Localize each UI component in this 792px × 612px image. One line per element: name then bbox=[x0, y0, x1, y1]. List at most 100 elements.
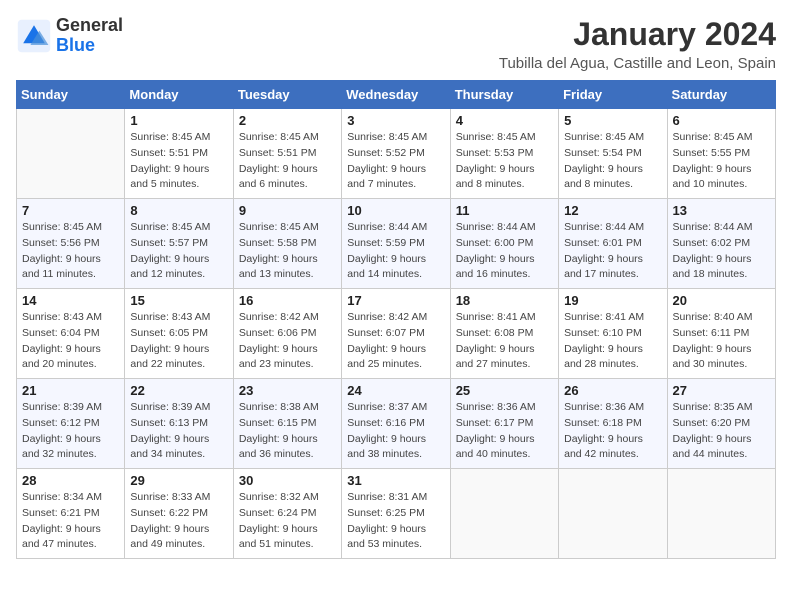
calendar-subtitle: Tubilla del Agua, Castille and Leon, Spa… bbox=[499, 55, 776, 72]
day-number: 28 bbox=[22, 473, 119, 488]
week-row-1: 7 Sunrise: 8:45 AM Sunset: 5:56 PM Daylig… bbox=[17, 199, 776, 289]
day-of-week-sunday: Sunday bbox=[17, 81, 125, 109]
day-number: 15 bbox=[130, 293, 227, 308]
day-number: 25 bbox=[456, 383, 553, 398]
calendar-cell: 28Sunrise: 8:34 AM Sunset: 6:21 PM Dayli… bbox=[17, 469, 125, 559]
calendar-cell: 27 Sunrise: 8:35 AM Sunset: 6:20 PM Dayli… bbox=[667, 379, 775, 469]
calendar-cell: 24 Sunrise: 8:37 AM Sunset: 6:16 PM Dayli… bbox=[342, 379, 450, 469]
day-number: 8 bbox=[130, 203, 227, 218]
calendar-cell: 10 Sunrise: 8:44 AM Sunset: 5:59 PM Dayli… bbox=[342, 199, 450, 289]
day-info: Sunrise: 8:36 AM Sunset: 6:18 PM Dayligh… bbox=[564, 400, 661, 463]
day-of-week-saturday: Saturday bbox=[667, 81, 775, 109]
day-info: Sunrise: 8:45 AM Sunset: 5:53 PM Dayligh… bbox=[456, 130, 553, 193]
calendar-cell: 6Sunrise: 8:45 AM Sunset: 5:55 PM Daylig… bbox=[667, 109, 775, 199]
day-number: 22 bbox=[130, 383, 227, 398]
calendar-cell: 23 Sunrise: 8:38 AM Sunset: 6:15 PM Dayli… bbox=[233, 379, 341, 469]
logo-blue: Blue bbox=[56, 35, 95, 55]
day-number: 24 bbox=[347, 383, 444, 398]
calendar-cell: 2 Sunrise: 8:45 AM Sunset: 5:51 PM Daylig… bbox=[233, 109, 341, 199]
calendar-header: SundayMondayTuesdayWednesdayThursdayFrid… bbox=[17, 81, 776, 109]
logo-general: General bbox=[56, 15, 123, 35]
title-section: January 2024 Tubilla del Agua, Castille … bbox=[499, 16, 776, 72]
day-number: 12 bbox=[564, 203, 661, 218]
calendar-cell: 13Sunrise: 8:44 AM Sunset: 6:02 PM Dayli… bbox=[667, 199, 775, 289]
day-number: 27 bbox=[673, 383, 770, 398]
day-info: Sunrise: 8:39 AM Sunset: 6:12 PM Dayligh… bbox=[22, 400, 119, 463]
calendar-cell: 9Sunrise: 8:45 AM Sunset: 5:58 PM Daylig… bbox=[233, 199, 341, 289]
day-info: Sunrise: 8:42 AM Sunset: 6:07 PM Dayligh… bbox=[347, 310, 444, 373]
calendar-cell: 22 Sunrise: 8:39 AM Sunset: 6:13 PM Dayli… bbox=[125, 379, 233, 469]
day-number: 11 bbox=[456, 203, 553, 218]
calendar-cell bbox=[667, 469, 775, 559]
calendar-cell: 8 Sunrise: 8:45 AM Sunset: 5:57 PM Daylig… bbox=[125, 199, 233, 289]
calendar-cell: 30Sunrise: 8:32 AM Sunset: 6:24 PM Dayli… bbox=[233, 469, 341, 559]
calendar-cell: 4Sunrise: 8:45 AM Sunset: 5:53 PM Daylig… bbox=[450, 109, 558, 199]
day-of-week-monday: Monday bbox=[125, 81, 233, 109]
calendar-cell: 26 Sunrise: 8:36 AM Sunset: 6:18 PM Dayli… bbox=[559, 379, 667, 469]
day-info: Sunrise: 8:45 AM Sunset: 5:57 PM Dayligh… bbox=[130, 220, 227, 283]
day-of-week-thursday: Thursday bbox=[450, 81, 558, 109]
day-info: Sunrise: 8:43 AM Sunset: 6:05 PM Dayligh… bbox=[130, 310, 227, 373]
day-info: Sunrise: 8:40 AM Sunset: 6:11 PM Dayligh… bbox=[673, 310, 770, 373]
day-info: Sunrise: 8:45 AM Sunset: 5:51 PM Dayligh… bbox=[239, 130, 336, 193]
week-row-2: 14Sunrise: 8:43 AM Sunset: 6:04 PM Dayli… bbox=[17, 289, 776, 379]
day-info: Sunrise: 8:45 AM Sunset: 5:56 PM Dayligh… bbox=[22, 220, 119, 283]
day-of-week-tuesday: Tuesday bbox=[233, 81, 341, 109]
day-number: 1 bbox=[130, 113, 227, 128]
calendar-cell: 12Sunrise: 8:44 AM Sunset: 6:01 PM Dayli… bbox=[559, 199, 667, 289]
page-container: General Blue January 2024 Tubilla del Ag… bbox=[16, 16, 776, 559]
day-of-week-wednesday: Wednesday bbox=[342, 81, 450, 109]
header: General Blue January 2024 Tubilla del Ag… bbox=[16, 16, 776, 72]
calendar-cell: 11 Sunrise: 8:44 AM Sunset: 6:00 PM Dayli… bbox=[450, 199, 558, 289]
day-number: 31 bbox=[347, 473, 444, 488]
week-row-0: 1 Sunrise: 8:45 AM Sunset: 5:51 PM Daylig… bbox=[17, 109, 776, 199]
calendar-cell: 16Sunrise: 8:42 AM Sunset: 6:06 PM Dayli… bbox=[233, 289, 341, 379]
day-number: 18 bbox=[456, 293, 553, 308]
calendar-cell: 5 Sunrise: 8:45 AM Sunset: 5:54 PM Daylig… bbox=[559, 109, 667, 199]
calendar-cell: 29Sunrise: 8:33 AM Sunset: 6:22 PM Dayli… bbox=[125, 469, 233, 559]
day-info: Sunrise: 8:35 AM Sunset: 6:20 PM Dayligh… bbox=[673, 400, 770, 463]
day-number: 7 bbox=[22, 203, 119, 218]
day-info: Sunrise: 8:45 AM Sunset: 5:51 PM Dayligh… bbox=[130, 130, 227, 193]
day-info: Sunrise: 8:44 AM Sunset: 6:00 PM Dayligh… bbox=[456, 220, 553, 283]
day-number: 17 bbox=[347, 293, 444, 308]
calendar-title: January 2024 bbox=[499, 16, 776, 53]
day-info: Sunrise: 8:39 AM Sunset: 6:13 PM Dayligh… bbox=[130, 400, 227, 463]
calendar-cell: 20 Sunrise: 8:40 AM Sunset: 6:11 PM Dayli… bbox=[667, 289, 775, 379]
day-info: Sunrise: 8:45 AM Sunset: 5:52 PM Dayligh… bbox=[347, 130, 444, 193]
days-of-week-row: SundayMondayTuesdayWednesdayThursdayFrid… bbox=[17, 81, 776, 109]
week-row-4: 28Sunrise: 8:34 AM Sunset: 6:21 PM Dayli… bbox=[17, 469, 776, 559]
logo-text: General Blue bbox=[56, 16, 123, 56]
day-info: Sunrise: 8:44 AM Sunset: 5:59 PM Dayligh… bbox=[347, 220, 444, 283]
day-number: 2 bbox=[239, 113, 336, 128]
day-info: Sunrise: 8:45 AM Sunset: 5:55 PM Dayligh… bbox=[673, 130, 770, 193]
day-number: 21 bbox=[22, 383, 119, 398]
day-number: 26 bbox=[564, 383, 661, 398]
calendar-cell: 31 Sunrise: 8:31 AM Sunset: 6:25 PM Dayli… bbox=[342, 469, 450, 559]
day-number: 10 bbox=[347, 203, 444, 218]
calendar-cell bbox=[559, 469, 667, 559]
calendar-cell: 17 Sunrise: 8:42 AM Sunset: 6:07 PM Dayli… bbox=[342, 289, 450, 379]
calendar-cell: 3 Sunrise: 8:45 AM Sunset: 5:52 PM Daylig… bbox=[342, 109, 450, 199]
day-info: Sunrise: 8:37 AM Sunset: 6:16 PM Dayligh… bbox=[347, 400, 444, 463]
calendar-cell: 1 Sunrise: 8:45 AM Sunset: 5:51 PM Daylig… bbox=[125, 109, 233, 199]
day-info: Sunrise: 8:38 AM Sunset: 6:15 PM Dayligh… bbox=[239, 400, 336, 463]
calendar-body: 1 Sunrise: 8:45 AM Sunset: 5:51 PM Daylig… bbox=[17, 109, 776, 559]
day-info: Sunrise: 8:41 AM Sunset: 6:08 PM Dayligh… bbox=[456, 310, 553, 373]
day-info: Sunrise: 8:33 AM Sunset: 6:22 PM Dayligh… bbox=[130, 490, 227, 553]
day-number: 14 bbox=[22, 293, 119, 308]
calendar-cell: 21 Sunrise: 8:39 AM Sunset: 6:12 PM Dayli… bbox=[17, 379, 125, 469]
day-info: Sunrise: 8:31 AM Sunset: 6:25 PM Dayligh… bbox=[347, 490, 444, 553]
calendar-cell bbox=[17, 109, 125, 199]
day-info: Sunrise: 8:32 AM Sunset: 6:24 PM Dayligh… bbox=[239, 490, 336, 553]
day-number: 20 bbox=[673, 293, 770, 308]
calendar-cell: 14Sunrise: 8:43 AM Sunset: 6:04 PM Dayli… bbox=[17, 289, 125, 379]
day-number: 19 bbox=[564, 293, 661, 308]
day-of-week-friday: Friday bbox=[559, 81, 667, 109]
day-number: 23 bbox=[239, 383, 336, 398]
calendar-cell: 15 Sunrise: 8:43 AM Sunset: 6:05 PM Dayli… bbox=[125, 289, 233, 379]
day-number: 3 bbox=[347, 113, 444, 128]
day-number: 16 bbox=[239, 293, 336, 308]
day-info: Sunrise: 8:45 AM Sunset: 5:54 PM Dayligh… bbox=[564, 130, 661, 193]
day-number: 5 bbox=[564, 113, 661, 128]
